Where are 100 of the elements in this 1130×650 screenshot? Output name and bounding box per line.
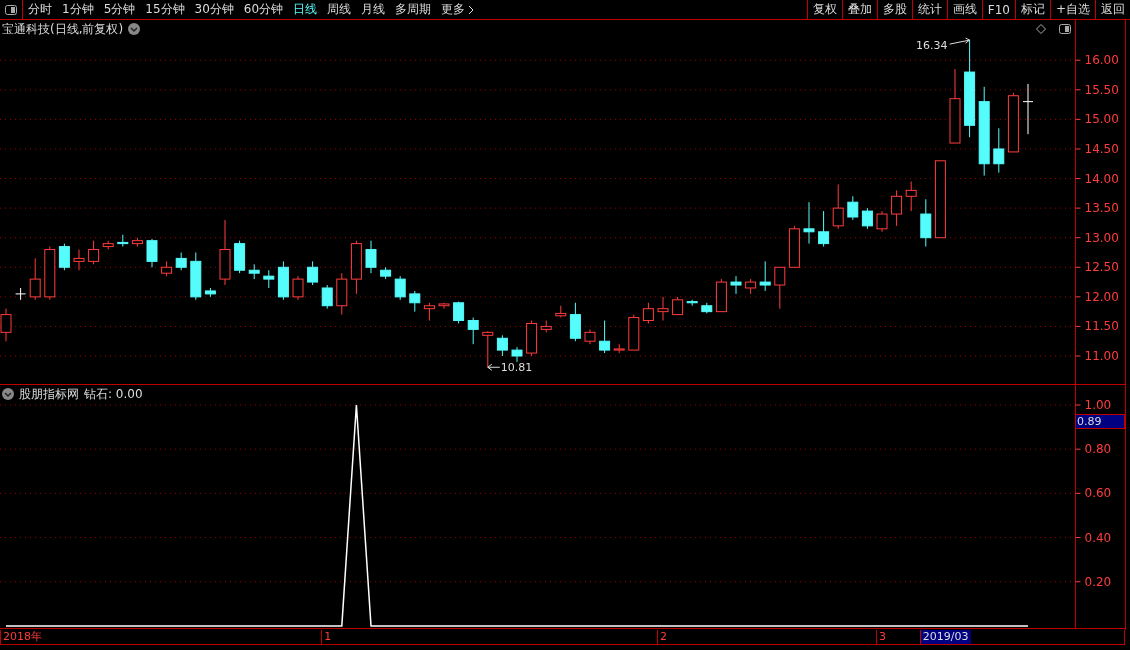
period-tab[interactable]: 5分钟 (98, 0, 141, 19)
period-tab[interactable]: 日线 (288, 0, 323, 19)
indicator-reading: 钻石: 0.00 (84, 385, 143, 403)
candle (628, 314, 640, 351)
candle (496, 334, 508, 357)
candle (993, 127, 1005, 174)
candle (745, 278, 757, 295)
candle (920, 198, 932, 248)
candle (58, 243, 70, 271)
price-axis-label: 15.00 (1084, 112, 1119, 127)
date-label: 2 (657, 630, 669, 644)
candle (569, 302, 581, 342)
chart-title: 宝通科技(日线,前复权) (2, 20, 124, 38)
period-tab[interactable]: 月线 (356, 0, 391, 19)
dropdown-icon[interactable] (128, 23, 141, 35)
candle (701, 302, 713, 314)
candle (818, 210, 830, 248)
candle (219, 219, 231, 286)
candle (190, 252, 202, 301)
price-axis-label: 13.50 (1084, 201, 1119, 216)
period-tab[interactable]: 30分钟 (189, 0, 239, 19)
price-axis-label: 11.00 (1084, 349, 1119, 363)
candle (350, 240, 362, 295)
candle (467, 317, 479, 345)
panel-icon[interactable] (1059, 24, 1071, 34)
candle (1022, 83, 1034, 135)
candle (204, 287, 216, 298)
candle (248, 263, 260, 280)
candle (686, 299, 698, 307)
candle (876, 210, 888, 233)
low-price-label: 10.81 (500, 361, 533, 375)
candle (161, 260, 173, 277)
candle (44, 246, 56, 301)
candle (234, 240, 246, 274)
indicator-axis-label: 1.00 (1084, 398, 1112, 412)
price-axis-label: 12.50 (1084, 260, 1119, 275)
period-tab[interactable]: 分时 (23, 0, 57, 19)
candle (423, 302, 435, 321)
candle (29, 257, 41, 301)
price-axis-label: 12.00 (1084, 289, 1119, 304)
candle (365, 240, 377, 274)
indicator-axis-label: 0.80 (1084, 442, 1112, 457)
candle (88, 240, 100, 265)
candle (730, 275, 742, 295)
candle (1007, 92, 1019, 153)
date-label: 2019/03 (919, 630, 971, 644)
diamond-icon[interactable] (1036, 24, 1046, 34)
indicator-axis-label: 0.20 (1084, 574, 1112, 589)
indicator-axis-label: 0.40 (1084, 530, 1112, 545)
candle (102, 240, 114, 251)
candle (321, 284, 333, 310)
candle (409, 290, 421, 313)
candle (131, 237, 143, 248)
candle (774, 266, 786, 310)
candle (642, 302, 654, 324)
candle (555, 305, 567, 319)
date-label: 2018年 (0, 630, 44, 644)
candle (438, 302, 450, 310)
period-tab[interactable]: 1分钟 (57, 0, 99, 19)
current-value-label: 0.89 (1075, 414, 1125, 429)
period-tab[interactable]: 多周期 (390, 0, 437, 19)
chevron-right-icon (468, 4, 475, 15)
candle (759, 260, 771, 292)
high-price-label: 16.34 (916, 39, 948, 53)
panel-icon (5, 4, 17, 15)
price-axis-label: 13.00 (1084, 230, 1119, 245)
candle (672, 296, 684, 316)
candle (613, 343, 625, 354)
leader-line (949, 37, 971, 45)
price-axis-label: 11.50 (1084, 319, 1119, 334)
candle (292, 275, 304, 301)
candle (526, 320, 538, 357)
indicator-name: 股朋指标网 (19, 385, 79, 403)
candle (847, 195, 859, 221)
candle (803, 201, 815, 245)
dropdown-icon[interactable] (2, 388, 14, 400)
date-label: 1 (321, 630, 334, 644)
period-tab[interactable]: 60分钟 (238, 0, 289, 19)
price-axis-label: 14.00 (1084, 171, 1119, 186)
date-label: 3 (876, 630, 888, 644)
candle (891, 189, 903, 227)
candle (277, 260, 289, 301)
candle (482, 330, 494, 368)
more-button[interactable]: 更多 (436, 0, 480, 19)
candle (15, 287, 27, 301)
period-tab[interactable]: 周线 (322, 0, 357, 19)
candle (117, 234, 129, 248)
period-tab[interactable]: 15分钟 (140, 0, 190, 19)
candle (715, 278, 727, 313)
candle (905, 181, 917, 212)
candle (788, 225, 800, 268)
price-axis-label: 16.00 (1084, 53, 1119, 68)
candle (657, 296, 669, 321)
candle (599, 320, 611, 354)
candle (511, 346, 523, 363)
candle (307, 260, 319, 286)
candle (73, 249, 85, 271)
candle (146, 238, 158, 268)
indicator-axis-label: 0.60 (1084, 486, 1112, 501)
candle (832, 183, 844, 230)
